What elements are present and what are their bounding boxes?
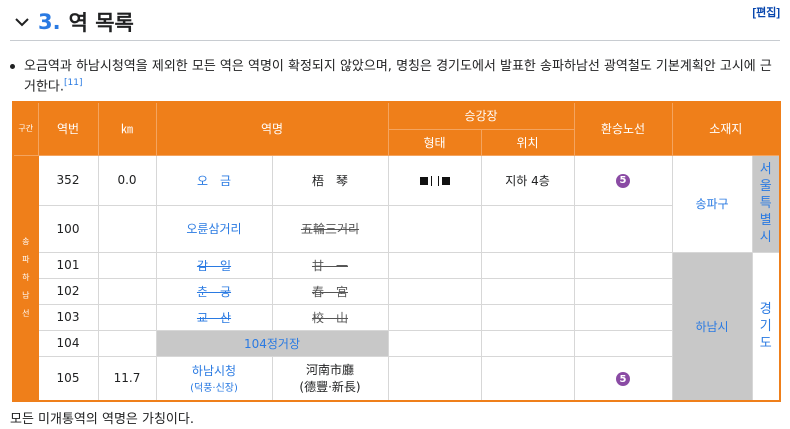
transfer-cell (573, 303, 673, 331)
platform-location (480, 329, 575, 357)
bullet-dot-icon (10, 64, 15, 69)
line-5-badge-icon[interactable]: 5 (616, 372, 630, 386)
table-row: 송파하남선 352 0.0 오 금 梧 琴 지하 4층 5 송파구 서울특별시 (12, 154, 781, 402)
station-name-hanja: 河南市廳 (德豐·新長) (271, 355, 389, 402)
header-platform-location: 위치 (480, 128, 575, 156)
transfer-cell (573, 277, 673, 305)
station-name-hanja: 梧 琴 (271, 154, 389, 206)
station-name-ko[interactable]: 감 일 (155, 251, 273, 279)
platform-type (387, 251, 482, 279)
platform-type (387, 303, 482, 331)
station-table: 구간 역번 ㎞ 역명 승강장 환승노선 소재지 형태 위치 송파하남선 352 … (12, 101, 781, 402)
track-icon (437, 175, 439, 186)
transfer-cell: 5 (573, 154, 673, 206)
table-row: 104 104정거장 (13, 329, 780, 357)
table-row: 103 교 산 校 山 (13, 303, 780, 331)
transfer-cell (573, 329, 673, 357)
station-km: 0.0 (97, 154, 157, 206)
station-no: 104 (37, 329, 99, 357)
table-row: 105 11.7 하남시청 (덕풍·신장) 河南市廳 (德豐·新長) 5 (13, 355, 780, 402)
station-name-ko[interactable]: 오 금 (155, 154, 273, 206)
station-no: 105 (37, 355, 99, 402)
platform-side-icon (441, 176, 450, 185)
chevron-down-icon[interactable] (12, 12, 32, 32)
station-name-hanja: 甘 一 (271, 251, 389, 279)
station-km (97, 277, 157, 305)
station-name-ko[interactable]: 하남시청 (덕풍·신장) (155, 355, 273, 402)
transfer-cell (573, 204, 673, 253)
section-heading: 3. 역 목록 (10, 4, 780, 41)
section-number: 3. (38, 10, 61, 34)
header-platform-type: 형태 (387, 128, 482, 156)
platform-location: 지하 4층 (480, 154, 575, 206)
station-km (97, 251, 157, 279)
table-row: 100 오륜삼거리 五輪三거리 (13, 204, 780, 253)
platform-type (387, 329, 482, 357)
header-section: 구간 (12, 101, 39, 156)
header-station-no: 역번 (37, 101, 99, 156)
header-platform: 승강장 (387, 101, 575, 130)
platform-location (480, 303, 575, 331)
district-hanam[interactable]: 하남시 (671, 251, 753, 402)
platform-type (387, 154, 482, 206)
station-name-hanja-sub: (德豐·新長) (299, 380, 361, 395)
platform-location (480, 277, 575, 305)
note-bullet: 오금역과 하남시청역을 제외한 모든 역은 역명이 확정되지 않았으며, 명칭은… (10, 58, 779, 95)
station-no: 102 (37, 277, 99, 305)
reference-link[interactable]: [11] (64, 78, 82, 88)
station-name-hanja: 校 山 (271, 303, 389, 331)
platform-location (480, 204, 575, 253)
table-row: 102 춘 궁 春 宮 (13, 277, 780, 305)
station-no: 100 (37, 204, 99, 253)
track-icon (430, 175, 432, 186)
table-row: 101 감 일 甘 一 하남시 경기도 (13, 251, 781, 402)
platform-location (480, 355, 575, 402)
platform-location (480, 251, 575, 279)
section-title: 역 목록 (68, 11, 134, 35)
station-name-ko-sub: (덕풍·신장) (190, 383, 238, 395)
footer-note: 모든 미개통역의 역명은 가칭이다. (10, 412, 194, 427)
station-name-ko[interactable]: 춘 궁 (155, 277, 273, 305)
platform-type (387, 204, 482, 253)
province-seoul[interactable]: 서울특별시 (751, 154, 781, 253)
province-gyeonggi[interactable]: 경기도 (751, 251, 781, 402)
station-name-hanja: 五輪三거리 (271, 204, 389, 253)
line-name: 송파하남선 (22, 236, 30, 318)
platform-type (387, 277, 482, 305)
edit-link[interactable]: [편집] (752, 4, 780, 20)
station-no: 101 (37, 251, 99, 279)
station-km (97, 303, 157, 331)
line-name-cell: 송파하남선 (12, 154, 39, 402)
platform-type (387, 355, 482, 402)
station-km (97, 329, 157, 357)
transfer-cell: 5 (573, 355, 673, 402)
header-station-name: 역명 (155, 101, 389, 156)
header-location: 소재지 (671, 101, 781, 156)
station-no: 352 (37, 154, 99, 206)
line-5-badge-icon[interactable]: 5 (616, 173, 630, 188)
district-songpa[interactable]: 송파구 (671, 154, 753, 253)
station-name-ko[interactable]: 104정거장 (155, 329, 389, 357)
station-km (97, 204, 157, 253)
transfer-cell (573, 251, 673, 279)
station-no: 103 (37, 303, 99, 331)
station-km: 11.7 (97, 355, 157, 402)
platform-side-icon (419, 176, 428, 185)
header-km: ㎞ (97, 101, 157, 156)
station-name-ko[interactable]: 교 산 (155, 303, 273, 331)
station-name-hanja: 春 宮 (271, 277, 389, 305)
note-text: 오금역과 하남시청역을 제외한 모든 역은 역명이 확정되지 않았으며, 명칭은… (24, 59, 772, 95)
station-name-ko[interactable]: 오륜삼거리 (155, 204, 273, 253)
header-transfer: 환승노선 (573, 101, 673, 156)
